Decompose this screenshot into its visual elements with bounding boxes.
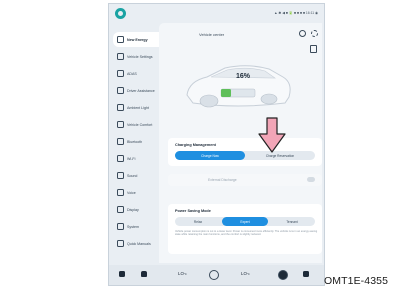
- sidebar: New Energy Vehicle Settings ADAS Driver …: [109, 32, 159, 264]
- car-illustration: [186, 65, 291, 108]
- sidebar-item-label: Vehicle Comfort: [127, 122, 153, 127]
- steering-icon: [117, 87, 124, 94]
- left-temp-unit: °C: [183, 273, 187, 276]
- infotainment-screen: ▲ ✱ ◀ ■ 🔋 ■ ■ ■ ■ 16:11 ◉ New Energy Veh…: [108, 3, 325, 286]
- power-saving-card: Power Saving Mode Relax Expert Tennant V…: [168, 204, 322, 254]
- sidebar-item-label: New Energy: [127, 37, 148, 42]
- sidebar-item-ambient-light[interactable]: Ambient Light: [113, 100, 159, 115]
- power-mode-selector: Relax Expert Tennant: [175, 217, 315, 226]
- sidebar-item-label: Sound: [127, 173, 138, 178]
- figure-caption: OMT1E-4355: [324, 275, 389, 287]
- battery-fill: [221, 89, 231, 97]
- seat-icon: [117, 121, 124, 128]
- sidebar-item-new-energy[interactable]: New Energy: [113, 32, 159, 47]
- power-saving-title: Power Saving Mode: [175, 209, 211, 213]
- car-icon[interactable]: [141, 271, 147, 277]
- sidebar-item-label: Bluetooth: [127, 139, 143, 144]
- page-title: Vehicle center: [199, 32, 225, 37]
- right-temp-unit: °C: [246, 273, 250, 276]
- sidebar-item-wifi[interactable]: Wi-Fi: [113, 151, 159, 166]
- charge-now-button[interactable]: Charge Now: [175, 151, 245, 160]
- sidebar-item-sound[interactable]: Sound: [113, 168, 159, 183]
- sidebar-item-label: Vehicle Settings: [127, 54, 153, 59]
- charging-title: Charging Management: [175, 143, 216, 147]
- sidebar-item-vehicle-settings[interactable]: Vehicle Settings: [113, 49, 159, 64]
- system-icon: [117, 223, 124, 230]
- figure-frame: ▲ ✱ ◀ ■ 🔋 ■ ■ ■ ■ 16:11 ◉ New Energy Veh…: [0, 0, 418, 287]
- light-icon: [117, 104, 124, 111]
- battery-percent: 16%: [236, 73, 251, 80]
- sidebar-item-label: System: [127, 224, 139, 229]
- discharge-row[interactable]: External Discharge: [168, 174, 322, 186]
- sidebar-item-label: Driver Assistance: [127, 88, 155, 93]
- search-icon[interactable]: [299, 30, 306, 37]
- sidebar-item-label: Wi-Fi: [127, 156, 136, 161]
- edit-icon[interactable]: [310, 45, 317, 53]
- sidebar-item-label: ADAS: [127, 71, 137, 76]
- bluetooth-icon: [117, 138, 124, 145]
- adas-icon: [117, 70, 124, 77]
- sidebar-item-vehicle-comfort[interactable]: Vehicle Comfort: [113, 117, 159, 132]
- right-temp[interactable]: LO°C: [241, 271, 250, 276]
- apps-icon[interactable]: [303, 271, 309, 277]
- left-temp[interactable]: LO°C: [178, 271, 187, 276]
- sidebar-item-driver-assistance[interactable]: Driver Assistance: [113, 83, 159, 98]
- voice-icon: [117, 189, 124, 196]
- sidebar-item-label: Quick Manuals: [127, 241, 151, 246]
- bottom-bar: LO°C LO°C: [109, 265, 324, 285]
- sidebar-item-system[interactable]: System: [113, 219, 159, 234]
- sidebar-item-label: Voice: [127, 190, 136, 195]
- charging-mode-selector: Charge Now Charge Reservation: [175, 151, 315, 160]
- brand-logo-icon[interactable]: [115, 8, 126, 19]
- sidebar-item-bluetooth[interactable]: Bluetooth: [113, 134, 159, 149]
- pointer-arrow-icon: [258, 117, 286, 153]
- home-icon[interactable]: [119, 271, 125, 277]
- sound-icon: [117, 172, 124, 179]
- car-settings-icon: [117, 53, 124, 60]
- sidebar-item-quick-manuals[interactable]: Quick Manuals: [113, 236, 159, 251]
- status-text: ▲ ✱ ◀ ■ 🔋 ■ ■ ■ ■ 16:11 ◉: [274, 11, 318, 15]
- display-icon: [117, 206, 124, 213]
- fan-icon[interactable]: [209, 270, 219, 280]
- sidebar-item-label: Ambient Light: [127, 105, 149, 110]
- sidebar-item-display[interactable]: Display: [113, 202, 159, 217]
- wifi-icon: [117, 155, 124, 162]
- bolt-icon: [117, 36, 124, 43]
- gear-icon[interactable]: [311, 30, 318, 37]
- sidebar-item-voice[interactable]: Voice: [113, 185, 159, 200]
- relax-mode-button[interactable]: Relax: [175, 217, 221, 226]
- expert-mode-button[interactable]: Expert: [222, 217, 268, 226]
- sidebar-item-adas[interactable]: ADAS: [113, 66, 159, 81]
- manual-icon: [117, 240, 124, 247]
- discharge-label: External Discharge: [208, 178, 237, 182]
- power-saving-description: Vehicle power consumption is cut to a lo…: [175, 230, 318, 237]
- discharge-toggle[interactable]: [307, 177, 315, 182]
- tennant-mode-button[interactable]: Tennant: [269, 217, 315, 226]
- volume-icon[interactable]: [278, 270, 288, 280]
- charging-card: Charging Management Charge Now Charge Re…: [168, 138, 322, 166]
- vehicle-center-panel: Vehicle center 16% Charging Management C…: [159, 23, 322, 263]
- sidebar-item-label: Display: [127, 207, 139, 212]
